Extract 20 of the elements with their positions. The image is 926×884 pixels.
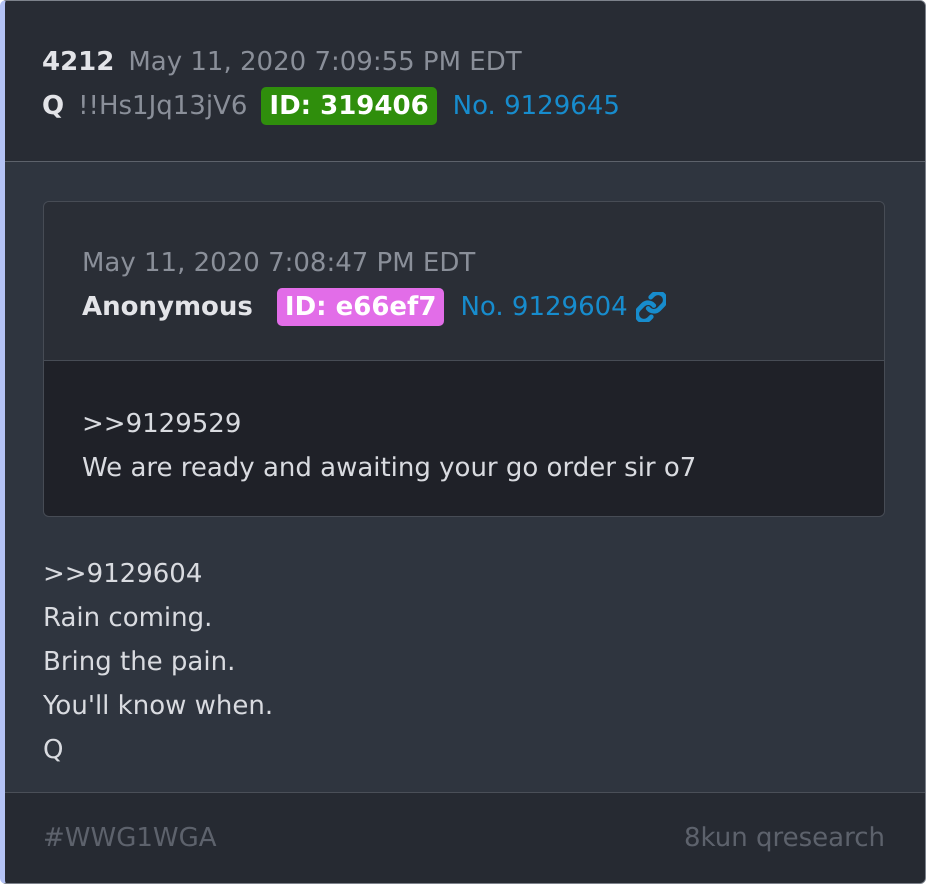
message-line: >>9129529 <box>82 408 242 441</box>
source-label: 8kun qresearch <box>684 822 885 855</box>
hashtag: #WWG1WGA <box>43 822 217 855</box>
message-line: Q <box>43 734 64 767</box>
id-badge: ID: 319406 <box>261 87 437 125</box>
message-line: >>9129604 <box>43 558 204 591</box>
post-number: 4212 <box>42 46 114 79</box>
tripcode: !!Hs1Jq13jV6 <box>78 90 248 123</box>
id-badge: ID: e66ef7 <box>276 288 444 326</box>
quoted-post-timestamp: May 11, 2020 7:08:47 PM EDT <box>82 247 476 280</box>
post-number-link[interactable]: No. 9129645 <box>452 84 620 128</box>
message-line: You'll know when. <box>43 690 274 723</box>
post-number-link[interactable]: No. 9129604 <box>460 285 628 329</box>
author-name: Anonymous <box>82 291 253 324</box>
author-name: Q <box>42 90 64 123</box>
message-line: Bring the pain. <box>43 646 236 679</box>
link-icon[interactable] <box>636 292 666 322</box>
message-line: We are ready and awaiting your go order sir o7 <box>82 452 698 485</box>
post-timestamp: May 11, 2020 7:09:55 PM EDT <box>128 46 522 79</box>
message-line: Rain coming. <box>43 602 214 635</box>
